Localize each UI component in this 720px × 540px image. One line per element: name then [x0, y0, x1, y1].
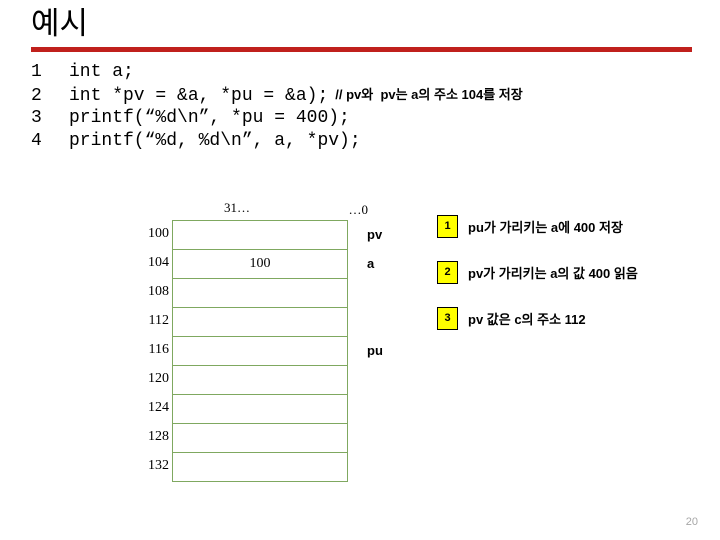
memory-address-label: 116 [148, 342, 169, 357]
memory-address-label: 108 [148, 284, 169, 299]
memory-address-label: 128 [148, 429, 169, 444]
bit-label-low: …0 [348, 202, 369, 217]
code-line-text: int *pv = &a, *pu = &a); [69, 86, 329, 106]
memory-row: 124 [148, 394, 348, 424]
annotation-item: 1 pu가 가리키는 a에 400 저장 [437, 214, 638, 238]
memory-row: 120 [148, 365, 348, 395]
code-line: 4 printf(“%d, %d\n”, a, *pv); [31, 131, 691, 154]
code-line-number: 2 [31, 86, 42, 106]
annotation-item: 2 pv가 가리키는 a의 값 400 읽음 [437, 260, 638, 284]
memory-row: 100 104 a [148, 249, 374, 279]
memory-variable-label: a [367, 256, 375, 271]
page-title: 예시 [31, 6, 89, 41]
memory-row: 132 [148, 452, 348, 482]
annotation-list: 1 pu가 가리키는 a에 400 저장 2 pv가 가리키는 a의 값 400 읽음… [437, 214, 638, 352]
code-line-text: printf(“%d, %d\n”, a, *pv); [69, 131, 361, 151]
memory-row: 100 pv [148, 220, 382, 250]
memory-cell: 124 [148, 394, 348, 424]
annotation-text: pu가 가리키는 a에 400 저장 [468, 219, 623, 235]
code-line-number: 3 [31, 108, 42, 128]
memory-cell: 112 [149, 307, 348, 337]
code-block: 1 int a; 2 int *pv = &a, *pu = &a); // pv와 p… [31, 62, 691, 154]
annotation-number-badge: 1 [437, 214, 458, 238]
code-line: 3 printf(“%d\n”, *pu = 400); [31, 108, 691, 131]
code-line-comment: // pv와 pv는 a의 주소 104를 저장 [335, 87, 523, 102]
code-line-number: 4 [31, 131, 42, 151]
memory-cell: 108 [148, 278, 348, 308]
annotation-item: 3 pv 값은 c의 주소 112 [437, 306, 638, 330]
code-line: 1 int a; [31, 62, 691, 85]
memory-address-label: 124 [148, 400, 169, 415]
annotation-number-badge: 3 [437, 306, 458, 330]
memory-row: 128 [148, 423, 348, 453]
memory-address-label: 112 [148, 313, 169, 328]
memory-diagram: 31… …0 100 pv 100 104 a 108 112 116 pu 120 124 128 1… [128, 200, 392, 482]
code-line-number: 1 [31, 62, 42, 82]
memory-table: 100 pv 100 104 a 108 112 116 pu 120 124 128 132 [148, 220, 383, 482]
memory-variable-label: pu [367, 343, 383, 358]
memory-cell: 100 pv [148, 220, 382, 250]
code-line: 2 int *pv = &a, *pu = &a); // pv와 pv는 a의 주… [31, 85, 691, 108]
memory-cell: 132 [148, 452, 348, 482]
memory-address-label: 132 [148, 458, 169, 473]
memory-cell: 100 104 a [148, 249, 374, 279]
memory-cell: 116 pu [149, 336, 383, 366]
code-line-text: int a; [69, 62, 134, 82]
memory-row: 116 pu [149, 336, 383, 366]
annotation-number-badge: 2 [437, 260, 458, 284]
annotation-text: pv 값은 c의 주소 112 [468, 311, 586, 327]
page-number: 20 [685, 516, 698, 528]
memory-cell: 128 [148, 423, 348, 453]
memory-row: 108 [148, 278, 348, 308]
title-underline-rule [31, 47, 692, 52]
code-line-text: printf(“%d\n”, *pu = 400); [69, 108, 350, 128]
bit-label-row: 31… …0 [172, 200, 392, 220]
memory-address-label: 120 [148, 371, 169, 386]
memory-variable-label: pv [367, 227, 383, 242]
memory-cell: 120 [148, 365, 348, 395]
memory-address-label: 104 [148, 255, 169, 270]
bit-label-high: 31… [224, 200, 250, 215]
memory-row: 112 [149, 307, 348, 337]
memory-address-label: 100 [148, 226, 169, 241]
annotation-text: pv가 가리키는 a의 값 400 읽음 [468, 265, 638, 281]
